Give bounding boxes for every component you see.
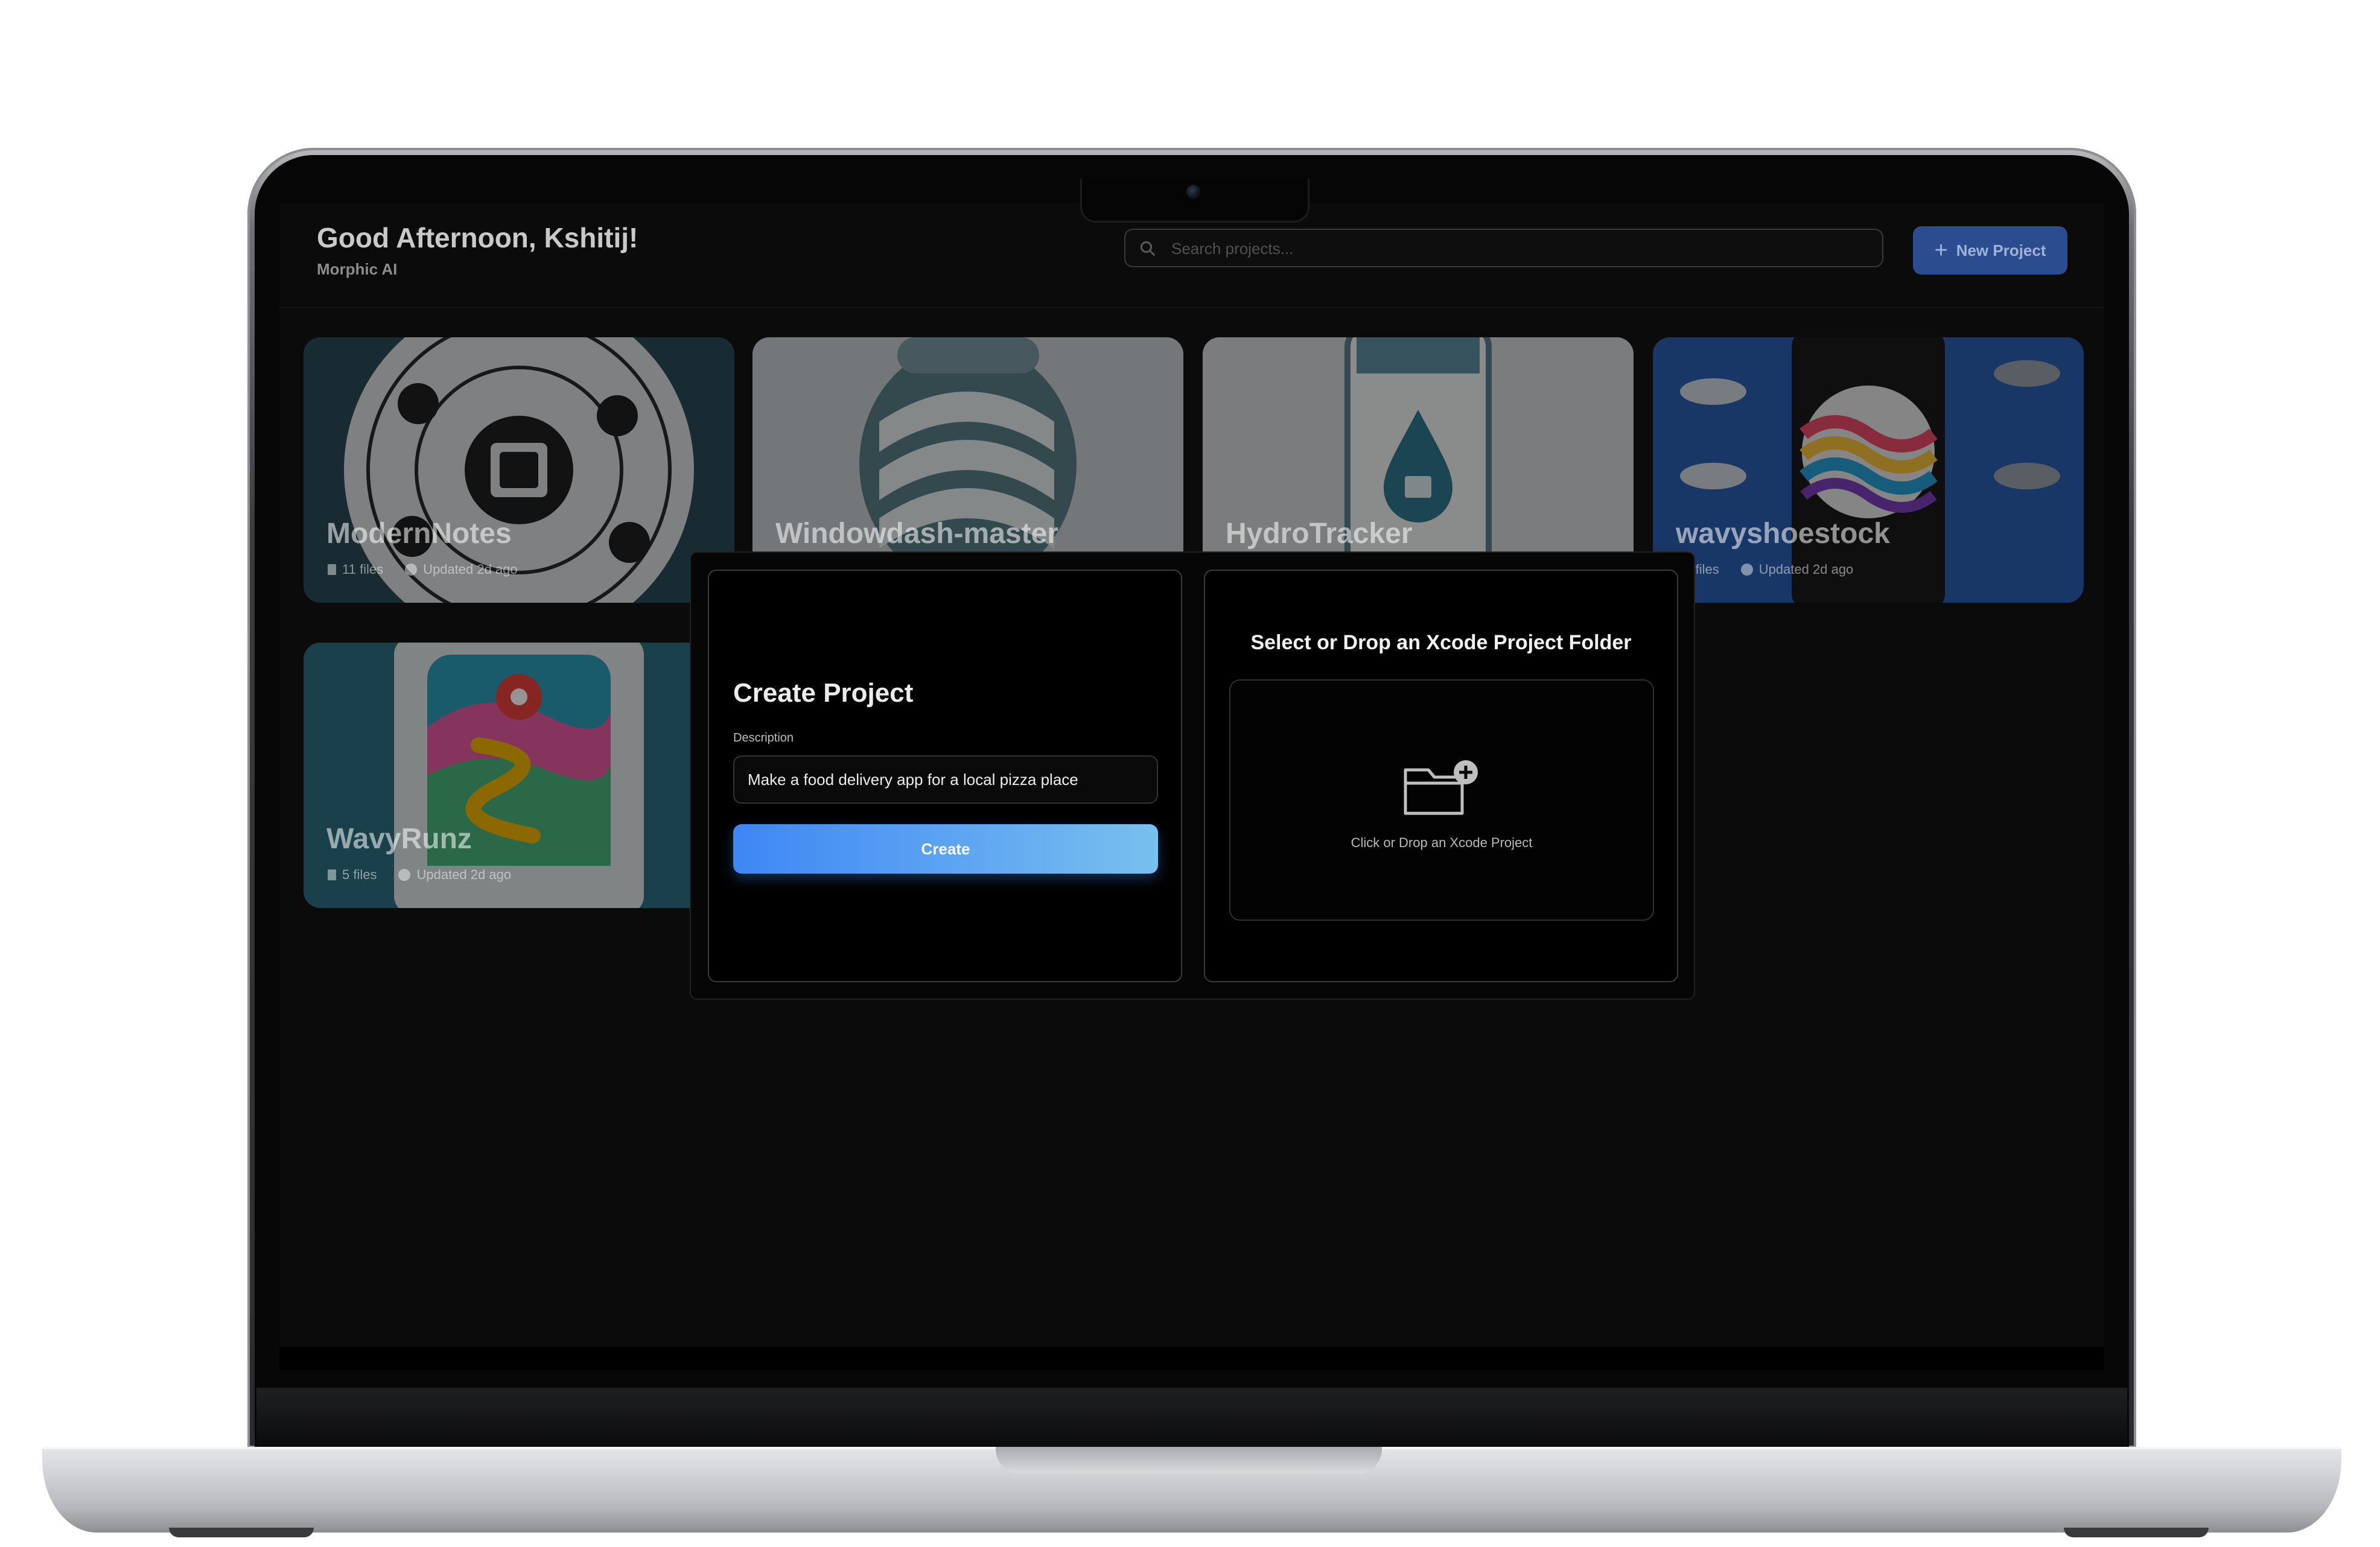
- laptop-foot: [2064, 1528, 2209, 1537]
- drop-zone-text: Click or Drop an Xcode Project: [1351, 835, 1533, 850]
- file-icon: [328, 869, 336, 880]
- description-input[interactable]: [733, 755, 1158, 804]
- new-project-label: New Project: [1956, 241, 2046, 259]
- project-updated: Updated 2d ago: [416, 867, 512, 882]
- folder-plus-icon: [1404, 760, 1478, 815]
- project-name: HydroTracker: [1226, 518, 1413, 550]
- project-meta: 10 files Updated 2d ago: [1677, 562, 1853, 577]
- clock-icon: [398, 869, 411, 881]
- search-icon: [1140, 241, 1156, 256]
- project-updated: Updated 2d ago: [423, 562, 518, 577]
- project-name: ModernNotes: [326, 518, 512, 550]
- camera-icon: [1186, 185, 1201, 199]
- description-label: Description: [733, 731, 794, 745]
- clock-icon: [1740, 564, 1753, 576]
- project-name: Windowdash-master: [775, 518, 1058, 550]
- create-project-panel: Create Project Description Create: [708, 570, 1182, 982]
- create-button[interactable]: Create: [733, 824, 1158, 874]
- project-file-count: 5 files: [342, 867, 377, 882]
- xcode-drop-zone[interactable]: Click or Drop an Xcode Project: [1229, 679, 1654, 921]
- project-card[interactable]: WavyRunz 5 files Updated 2d ago: [304, 643, 734, 908]
- app-screen: Good Afternoon, Kshitij! Morphic AI + Ne…: [279, 203, 2104, 1356]
- xcode-import-panel: Select or Drop an Xcode Project Folder C…: [1204, 570, 1678, 982]
- project-meta: 5 files Updated 2d ago: [328, 867, 511, 883]
- greeting-title: Good Afternoon, Kshitij!: [317, 222, 638, 253]
- create-project-modal: Create Project Description Create Select…: [690, 551, 1695, 1000]
- file-icon: [328, 564, 336, 575]
- project-meta: 11 files Updated 2d ago: [328, 562, 518, 577]
- plus-icon: +: [1934, 238, 1948, 263]
- search-input[interactable]: [1170, 236, 1866, 261]
- new-project-button[interactable]: + New Project: [1913, 226, 2067, 275]
- base-opening: [996, 1447, 1382, 1473]
- project-updated: Updated 2d ago: [1758, 562, 1854, 577]
- project-card[interactable]: wavyshoestock 10 files Updated 2d ago: [1653, 337, 2084, 603]
- lower-bezel: [256, 1388, 2127, 1448]
- xcode-panel-title: Select or Drop an Xcode Project Folder: [1250, 631, 1632, 654]
- header-divider: [279, 307, 2104, 308]
- project-file-count: 11 files: [342, 562, 384, 577]
- project-name: wavyshoestock: [1676, 518, 1890, 550]
- create-project-title: Create Project: [733, 678, 914, 708]
- project-name: WavyRunz: [326, 823, 472, 855]
- project-card[interactable]: ModernNotes 11 files Updated 2d ago: [304, 337, 734, 603]
- workspace-subtitle: Morphic AI: [317, 260, 398, 278]
- laptop-foot: [169, 1528, 314, 1537]
- search-bar[interactable]: [1124, 229, 1883, 267]
- clock-icon: [405, 564, 418, 576]
- screen-bottom-edge: [279, 1347, 2104, 1370]
